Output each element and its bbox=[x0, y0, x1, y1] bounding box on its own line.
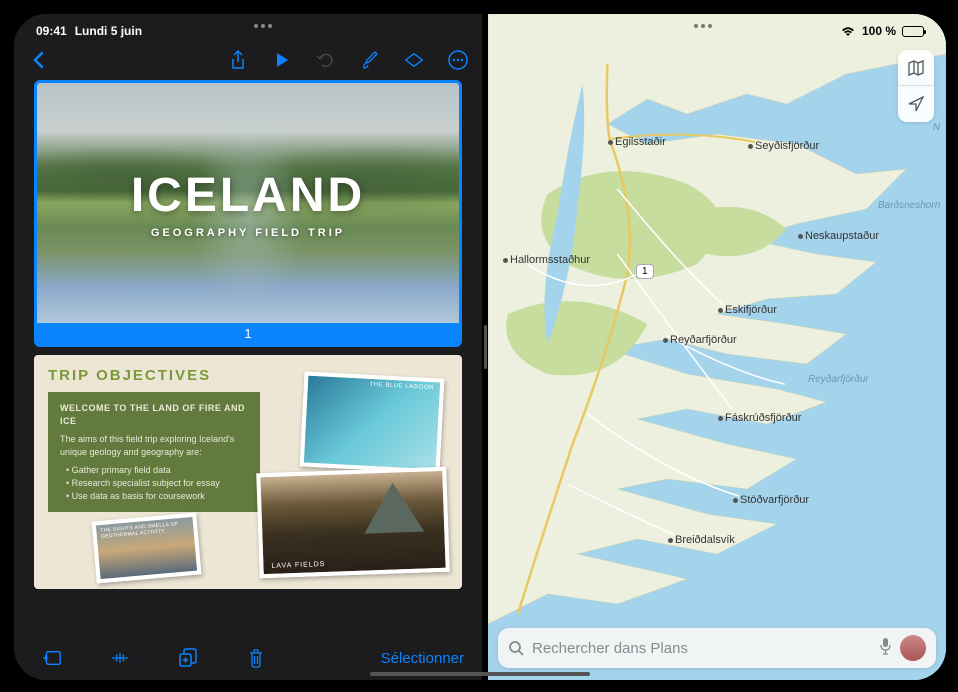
share-icon[interactable] bbox=[228, 50, 248, 70]
locate-me-button[interactable] bbox=[898, 86, 934, 122]
city-label[interactable]: Seyðisfjörður bbox=[748, 140, 819, 152]
slide2-welcome: WELCOME TO THE LAND OF FIRE AND ICE bbox=[60, 402, 248, 427]
paintbrush-icon[interactable] bbox=[360, 50, 380, 70]
map-mode-button[interactable] bbox=[898, 50, 934, 86]
map-controls bbox=[898, 50, 934, 122]
map-canvas[interactable]: 1 Egilsstaðir Seyðisfjörður Neskaupstaður E… bbox=[488, 14, 946, 680]
select-button[interactable]: Sélectionner bbox=[381, 650, 464, 667]
route-badge: 1 bbox=[636, 264, 654, 279]
search-input[interactable] bbox=[532, 640, 871, 657]
search-icon bbox=[508, 640, 524, 656]
city-label[interactable]: Neskaupstaður bbox=[798, 230, 879, 242]
city-label[interactable]: Eskifjörður bbox=[718, 304, 777, 316]
photo-blue-lagoon bbox=[300, 371, 445, 473]
slide2-bullets: Gather primary field data Research speci… bbox=[60, 464, 248, 502]
keynote-pane: ICELAND GEOGRAPHY FIELD TRIP 1 TRIP OBJE… bbox=[14, 14, 482, 680]
city-label[interactable]: Hallormsstaðhur bbox=[503, 254, 590, 266]
city-label[interactable]: Stöðvarfjörður bbox=[733, 494, 809, 506]
maps-pane: 1 Egilsstaðir Seyðisfjörður Neskaupstaður E… bbox=[488, 14, 946, 680]
duplicate-icon[interactable] bbox=[178, 648, 198, 668]
slide-2[interactable]: TRIP OBJECTIVES WELCOME TO THE LAND OF F… bbox=[34, 355, 462, 589]
slide-1[interactable]: ICELAND GEOGRAPHY FIELD TRIP 1 bbox=[34, 80, 462, 347]
city-label[interactable]: Reyðarfjörður bbox=[663, 334, 737, 346]
profile-avatar[interactable] bbox=[900, 635, 926, 661]
list-item: Gather primary field data bbox=[66, 464, 248, 477]
list-item: Research specialist subject for essay bbox=[66, 477, 248, 490]
water-label: Barðsneshorn bbox=[878, 200, 940, 211]
skip-slide-icon[interactable] bbox=[110, 648, 130, 668]
more-icon[interactable] bbox=[448, 50, 468, 70]
undo-icon[interactable] bbox=[316, 50, 336, 70]
microphone-icon[interactable] bbox=[879, 637, 892, 660]
slide1-subtitle: GEOGRAPHY FIELD TRIP bbox=[151, 227, 345, 239]
slide1-title: ICELAND bbox=[131, 168, 365, 223]
maps-search-bar[interactable] bbox=[498, 628, 936, 668]
city-label[interactable]: Fáskrúðsfjörður bbox=[718, 412, 801, 424]
slide2-intro: The aims of this field trip exploring Ic… bbox=[60, 433, 248, 458]
animate-icon[interactable] bbox=[404, 50, 424, 70]
home-indicator[interactable] bbox=[370, 672, 590, 676]
add-slide-icon[interactable] bbox=[42, 648, 62, 668]
city-label[interactable]: Egilsstaðir bbox=[608, 136, 666, 148]
city-label[interactable]: Breiðdalsvík bbox=[668, 534, 735, 546]
trash-icon[interactable] bbox=[246, 648, 266, 668]
list-item: Use data as basis for coursework bbox=[66, 490, 248, 503]
photo-lava-fields bbox=[256, 467, 450, 579]
water-label: Reyðarfjörður bbox=[808, 374, 869, 385]
slide2-textbox: WELCOME TO THE LAND OF FIRE AND ICE The … bbox=[48, 392, 260, 512]
compass-n: N bbox=[933, 122, 940, 133]
keynote-toolbar bbox=[14, 44, 482, 80]
photo-geothermal bbox=[91, 513, 201, 584]
slide1-number: 1 bbox=[37, 323, 459, 344]
back-button[interactable] bbox=[28, 50, 48, 70]
play-icon[interactable] bbox=[272, 50, 292, 70]
